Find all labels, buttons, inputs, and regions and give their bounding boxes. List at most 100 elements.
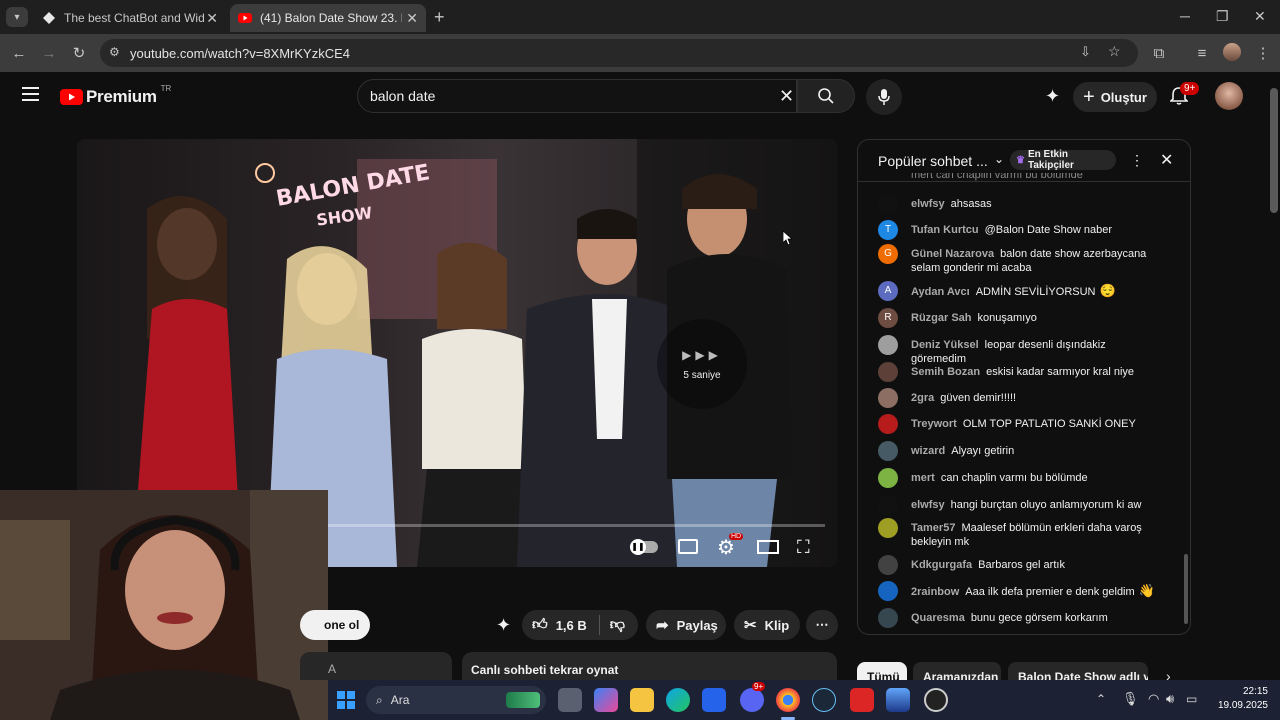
chat-more-icon[interactable]: ⋮ xyxy=(1130,152,1144,169)
replay-chat-button[interactable]: Canlı sohbeti tekrar oynat xyxy=(462,652,837,680)
chat-avatar[interactable] xyxy=(878,518,898,538)
address-bar[interactable]: ⚙ youtube.com/watch?v=8XMrKYzkCE4 ⇩ ☆ xyxy=(100,39,1138,67)
close-tab-icon[interactable]: ✕ xyxy=(206,10,218,27)
reload-icon[interactable]: ↻ xyxy=(70,44,88,62)
autoplay-toggle[interactable]: ❚❚ xyxy=(630,539,658,555)
chat-author[interactable]: mert xyxy=(911,472,935,484)
chat-author[interactable]: Rüzgar Sah xyxy=(911,312,972,324)
windows-start-icon[interactable] xyxy=(334,688,358,712)
chat-close-icon[interactable]: ✕ xyxy=(1160,150,1173,170)
autoplay-overlay[interactable]: ▶▶▶ 5 saniye xyxy=(657,319,747,409)
chat-avatar[interactable]: A xyxy=(878,281,898,301)
chat-mode-title[interactable]: Popüler sohbet ... xyxy=(878,153,988,169)
hamburger-menu-icon[interactable] xyxy=(22,87,39,101)
chat-author[interactable]: Kdkgurgafa xyxy=(911,559,972,571)
minimize-icon[interactable]: ─ xyxy=(1180,8,1190,24)
red-app-icon[interactable] xyxy=(850,688,874,712)
file-explorer-icon[interactable] xyxy=(630,688,654,712)
page-scrollbar[interactable] xyxy=(1268,72,1280,680)
chat-author[interactable]: Deniz Yüksel xyxy=(911,339,979,351)
reading-list-icon[interactable]: ≡ xyxy=(1193,44,1211,62)
theater-mode-icon[interactable] xyxy=(757,540,779,554)
chat-avatar[interactable] xyxy=(878,555,898,575)
discord-icon[interactable]: 9+ xyxy=(740,682,766,712)
dislike-button[interactable]: 👎︎ xyxy=(610,616,625,634)
tab-youtube[interactable]: (41) Balon Date Show 23. Bölüm ✕ xyxy=(230,4,426,32)
sparkle-action-icon[interactable]: ✦ xyxy=(496,615,511,636)
clip-button[interactable]: ✂ Klip xyxy=(734,610,800,640)
create-button[interactable]: + Oluştur xyxy=(1073,82,1157,112)
window-close-icon[interactable]: ✕ xyxy=(1254,8,1266,25)
settings-gear-icon[interactable]: ⚙ HD xyxy=(717,533,744,560)
search-button[interactable] xyxy=(797,79,855,113)
share-button[interactable]: ➦ Paylaş xyxy=(646,610,726,640)
account-avatar[interactable] xyxy=(1215,82,1243,110)
close-tab-icon[interactable]: ✕ xyxy=(406,10,418,27)
chat-avatar[interactable] xyxy=(878,362,898,382)
chat-author[interactable]: Treywort xyxy=(911,418,957,430)
chip-all[interactable]: Tümü xyxy=(857,662,907,680)
clear-search-icon[interactable]: ✕ xyxy=(779,86,794,107)
tray-mic-icon[interactable]: 🎙︎ xyxy=(1122,691,1139,707)
site-info-icon[interactable]: ⚙ xyxy=(109,45,120,59)
fullscreen-icon[interactable]: ⛶ xyxy=(797,537,810,558)
store-icon[interactable] xyxy=(702,688,726,712)
search-input[interactable]: balon date ✕ xyxy=(357,79,797,113)
taskbar-clock[interactable]: 22:15 19.09.2025 xyxy=(1208,685,1268,713)
edge-icon[interactable] xyxy=(666,688,690,712)
back-icon[interactable]: ← xyxy=(10,44,28,62)
battery-icon[interactable]: ▭ xyxy=(1186,692,1197,706)
chat-author[interactable]: 2gra xyxy=(911,392,934,404)
chat-avatar[interactable] xyxy=(878,608,898,628)
new-tab-icon[interactable]: + xyxy=(434,7,445,28)
chat-avatar[interactable]: G xyxy=(878,244,898,264)
photos-icon[interactable] xyxy=(886,688,910,712)
extensions-icon[interactable]: ⧉ xyxy=(1150,44,1168,62)
forward-icon[interactable]: → xyxy=(40,44,58,62)
chat-avatar[interactable] xyxy=(878,388,898,408)
top-fans-button[interactable]: ♛ En Etkin Takipçiler xyxy=(1010,149,1116,171)
steam-icon[interactable] xyxy=(812,688,836,712)
chat-avatar[interactable] xyxy=(878,441,898,461)
task-view-icon[interactable] xyxy=(558,688,582,712)
chip-from-search[interactable]: Aramanızdan xyxy=(913,662,1001,680)
taskbar-search-box[interactable]: ⌕ Ara xyxy=(366,686,546,714)
chat-avatar[interactable] xyxy=(878,468,898,488)
voice-search-button[interactable] xyxy=(866,79,902,115)
chat-avatar[interactable]: R xyxy=(878,308,898,328)
subtitles-icon[interactable] xyxy=(678,539,698,554)
chat-avatar[interactable] xyxy=(878,581,898,601)
volume-icon[interactable]: 🔊︎ xyxy=(1166,691,1174,707)
tray-chevron-icon[interactable]: ⌃ xyxy=(1096,692,1106,706)
wifi-icon[interactable]: ◠ xyxy=(1148,691,1159,707)
notifications-button[interactable]: 9+ xyxy=(1169,82,1200,111)
chip-channel[interactable]: Balon Date Show adlı vi xyxy=(1008,662,1148,680)
more-actions-button[interactable]: ⋯ xyxy=(806,610,838,640)
chat-author[interactable]: 2rainbow xyxy=(911,586,959,598)
tab-search-button[interactable]: ▾ xyxy=(6,7,28,27)
copilot-icon[interactable] xyxy=(594,688,618,712)
chat-avatar[interactable]: T xyxy=(878,220,898,240)
youtube-logo[interactable]: Premium TR xyxy=(60,84,171,107)
tab-chatbot[interactable]: The best ChatBot and Widgets f ✕ xyxy=(34,4,226,32)
chat-avatar[interactable] xyxy=(878,335,898,355)
profile-avatar[interactable] xyxy=(1223,43,1241,61)
chat-author[interactable]: Tufan Kurtcu xyxy=(911,224,979,236)
chat-avatar[interactable] xyxy=(878,495,898,515)
chrome-icon[interactable] xyxy=(776,688,800,712)
chat-author[interactable]: Günel Nazarova xyxy=(911,248,994,260)
chat-scrollbar[interactable] xyxy=(1182,184,1190,630)
chat-author[interactable]: Aydan Avcı xyxy=(911,286,970,298)
install-app-icon[interactable]: ⇩ xyxy=(1080,44,1091,60)
browser-menu-icon[interactable]: ⋮ xyxy=(1254,44,1272,62)
chat-mode-chevron-down-icon[interactable]: ⌄ xyxy=(994,152,1004,166)
explore-sparkle-icon[interactable]: ✦ xyxy=(1045,86,1060,107)
chat-author[interactable]: elwfsy xyxy=(911,499,945,511)
bookmark-star-icon[interactable]: ☆ xyxy=(1108,43,1121,60)
chat-author[interactable]: Tamer57 xyxy=(911,522,955,534)
chat-avatar[interactable] xyxy=(878,414,898,434)
chat-author[interactable]: elwfsy xyxy=(911,198,945,210)
maximize-icon[interactable]: ❐ xyxy=(1216,8,1229,25)
like-button[interactable]: 👍︎ 1,6 B xyxy=(522,616,587,634)
subscribe-button[interactable]: one ol xyxy=(300,610,370,640)
